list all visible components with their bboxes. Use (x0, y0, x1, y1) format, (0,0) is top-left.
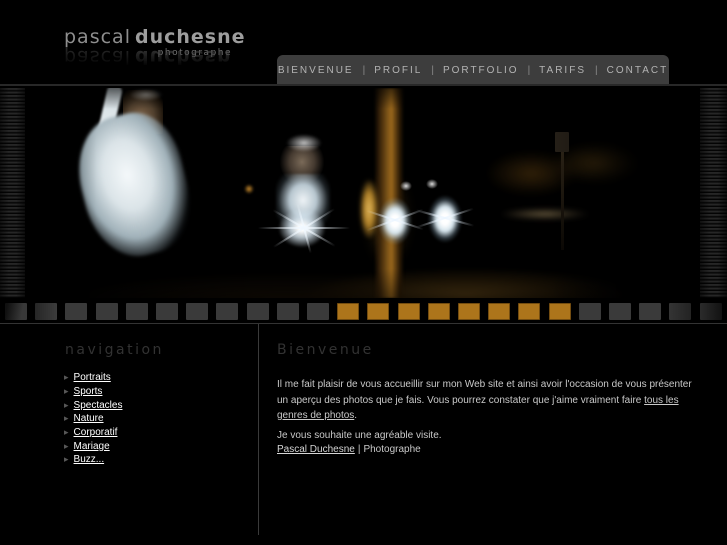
arrow-bullet-icon: ▸ (64, 372, 69, 383)
filmstrip-square-orange (488, 303, 511, 320)
intro-text: Il me fait plaisir de vous accueillir su… (277, 379, 692, 406)
filmstrip-square-orange (458, 303, 480, 320)
hero-photo (30, 88, 697, 298)
filmstrip-square-orange (548, 303, 571, 320)
filmstrip-square-orange (397, 303, 420, 320)
sidebar-item-corporatif[interactable]: Corporatif (74, 427, 118, 438)
logo-last-name: duchesne (134, 26, 246, 48)
content-top-divider (0, 323, 727, 324)
film-texture-right (700, 88, 727, 298)
filmstrip-square (669, 303, 692, 320)
nav-item-profil[interactable]: PROFIL (367, 65, 429, 76)
filmstrip-square (639, 303, 662, 320)
logo-wordmark: pascal duchesne (64, 26, 245, 48)
sidebar-row: ▸ Sports (64, 385, 122, 399)
filmstrip-square (95, 303, 118, 320)
intro-paragraph: Il me fait plaisir de vous accueillir su… (277, 379, 692, 421)
arrow-bullet-icon: ▸ (64, 413, 69, 424)
filmstrip-square-orange (337, 303, 360, 320)
filmstrip-square (125, 303, 148, 320)
filmstrip-square (246, 303, 269, 320)
photo-vignette (30, 88, 697, 298)
filmstrip-square-orange (427, 303, 450, 320)
arrow-bullet-icon: ▸ (64, 454, 69, 465)
filmstrip-square (35, 303, 58, 320)
logo-first-name: pascal (64, 26, 131, 48)
filmstrip-square-orange (367, 303, 390, 320)
nav-item-portfolio[interactable]: PORTFOLIO (436, 65, 526, 76)
filmstrip (0, 303, 727, 321)
filmstrip-square (216, 303, 239, 320)
filmstrip-square (699, 303, 722, 320)
logo-reflection: pascalduchesne (64, 47, 232, 68)
nav-separator: | (431, 64, 434, 76)
film-texture-left (0, 88, 25, 298)
main-nav: BIENVENUE | PROFIL | PORTFOLIO | TARIFS | CONTAC… (277, 55, 669, 85)
filmstrip-square-orange (518, 303, 541, 320)
sidebar-item-portraits[interactable]: Portraits (74, 372, 111, 383)
sidebar-nav: ▸ Portraits ▸ Sports ▸ Spectacles ▸ Nature ▸ Corp… (64, 371, 122, 467)
pascal-duchesne-link[interactable]: Pascal Duchesne (277, 444, 355, 455)
filmstrip-square (578, 303, 601, 320)
sidebar-title: navigation (65, 342, 164, 358)
sidebar-item-spectacles[interactable]: Spectacles (74, 400, 123, 411)
arrow-bullet-icon: ▸ (64, 399, 69, 410)
sidebar-item-sports[interactable]: Sports (74, 386, 103, 397)
filmstrip-square (156, 303, 178, 320)
signature-line: Pascal Duchesne | Photographe (277, 442, 421, 457)
sidebar-row: ▸ Nature (64, 412, 122, 426)
filmstrip-square (5, 303, 27, 320)
sidebar-item-nature[interactable]: Nature (74, 413, 104, 424)
page: pascal duchesne photographe pascal duchesn… (0, 0, 727, 545)
column-divider (258, 324, 259, 535)
nav-item-tarifs[interactable]: TARIFS (532, 65, 593, 76)
sidebar-row: ▸ Portraits (64, 371, 122, 385)
nav-item-contact[interactable]: CONTACT (600, 65, 676, 76)
sidebar-item-buzz[interactable]: Buzz... (74, 454, 105, 465)
arrow-bullet-icon: ▸ (64, 440, 69, 451)
header-divider (0, 84, 727, 86)
sidebar-row: ▸ Spectacles (64, 398, 122, 412)
sidebar-row: ▸ Buzz... (64, 453, 122, 467)
filmstrip-square (609, 303, 631, 320)
signature-separator: | (357, 444, 361, 455)
filmstrip-square (307, 303, 329, 320)
signature-role: Photographe (363, 444, 421, 455)
page-title: Bienvenue (277, 342, 374, 358)
filmstrip-square (65, 303, 88, 320)
nav-item-bienvenue[interactable]: BIENVENUE (271, 65, 361, 76)
filmstrip-square (186, 303, 209, 320)
sidebar-row: ▸ Mariage (64, 439, 122, 453)
closing-text: Je vous souhaite une agréable visite. (277, 430, 442, 441)
sidebar-row: ▸ Corporatif (64, 426, 122, 440)
filmstrip-square (276, 303, 299, 320)
nav-separator: | (595, 64, 598, 76)
arrow-bullet-icon: ▸ (64, 427, 69, 438)
arrow-bullet-icon: ▸ (64, 386, 69, 397)
nav-separator: | (362, 64, 366, 76)
sidebar-item-mariage[interactable]: Mariage (74, 441, 110, 452)
nav-separator: | (527, 64, 531, 76)
